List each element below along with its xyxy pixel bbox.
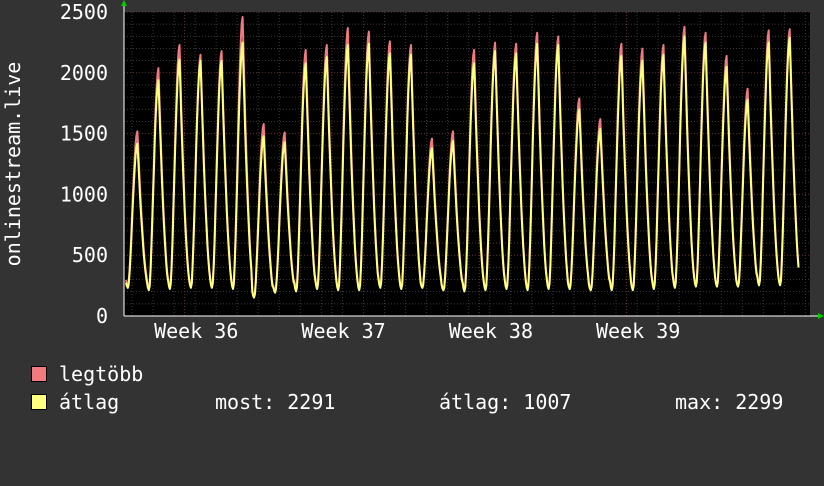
y-tick-label: 1000 (60, 182, 108, 206)
x-tick-label: Week 37 (301, 319, 385, 343)
y-tick-label: 500 (72, 243, 108, 267)
legend-swatch-max (31, 366, 47, 382)
y-tick-label: 2000 (60, 61, 108, 85)
y-tick-label: 0 (96, 304, 108, 328)
x-tick-label: Week 36 (154, 319, 238, 343)
stat-now: most: 2291 (215, 390, 336, 414)
x-tick-label: Week 38 (449, 319, 533, 343)
legend-item-max: legtöbb (31, 362, 143, 386)
x-axis-arrow (818, 313, 824, 319)
legend-label-avg: átlag (59, 390, 120, 414)
y-tick-label: 1500 (60, 122, 108, 146)
y-axis-label: onlinestream.live (1, 62, 25, 267)
y-axis-arrow (121, 0, 127, 6)
stat-max: max: 2299 (675, 390, 784, 414)
stat-average: átlag: 1007 (439, 390, 572, 414)
legend-item-avg: átlag (31, 390, 119, 414)
x-tick-label: Week 39 (596, 319, 680, 343)
y-tick-label: 2500 (60, 0, 108, 24)
legend-label-max: legtöbb (59, 362, 144, 386)
legend-swatch-avg (31, 394, 47, 410)
legend: legtöbb átlag (31, 362, 143, 434)
